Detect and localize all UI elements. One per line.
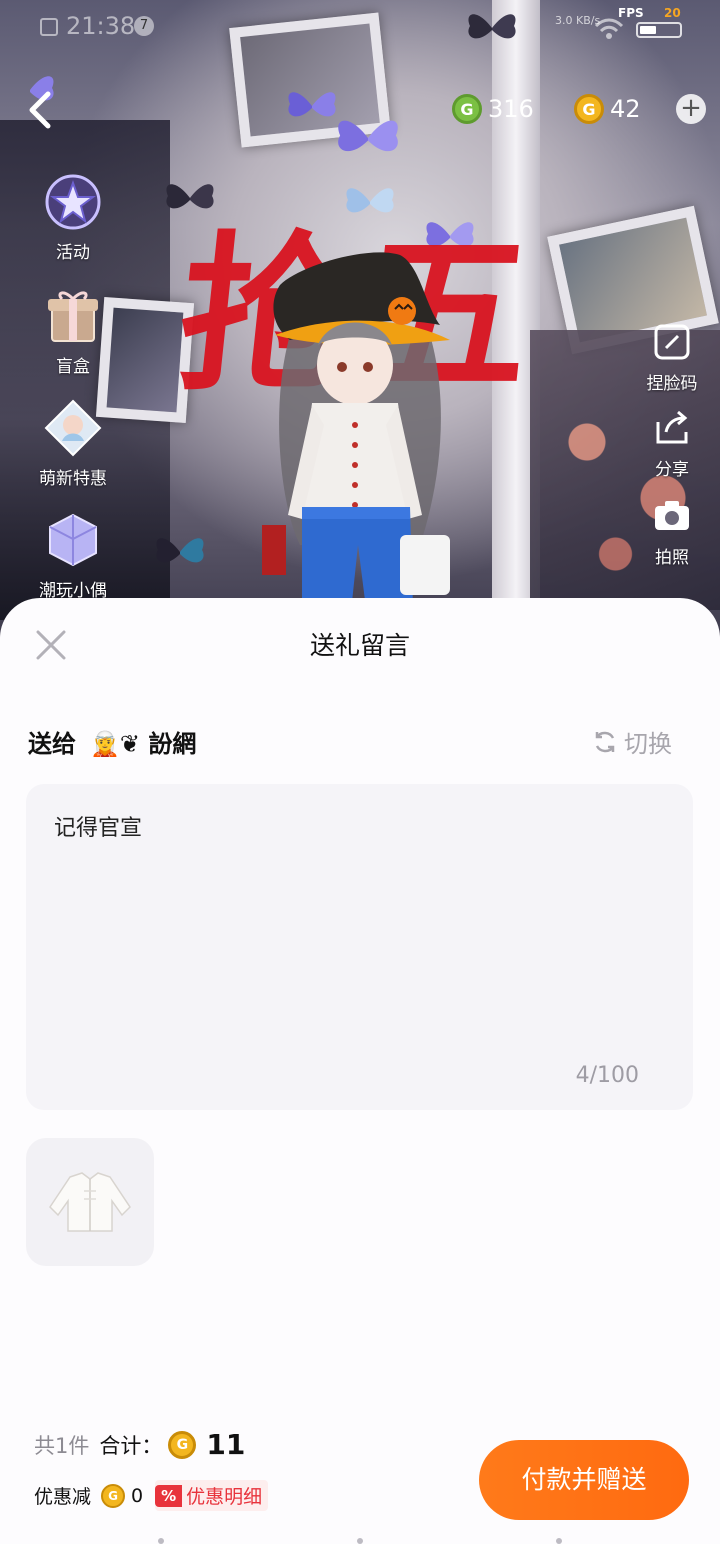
face-code-icon <box>654 324 690 360</box>
chevron-left-icon[interactable] <box>22 88 62 132</box>
green-coin-icon: G <box>452 94 482 124</box>
share-icon <box>656 410 688 444</box>
recipient-row: 送给 🧝❦ 訜網 <box>28 724 196 759</box>
side-item-figure[interactable]: 潮玩小偶 <box>28 508 118 601</box>
side-item-label: 盲盒 <box>56 357 90 377</box>
discount-detail-button[interactable]: % 优惠明细 <box>155 1480 269 1511</box>
camera-icon <box>655 501 689 530</box>
jacket-icon <box>49 1172 131 1232</box>
percent-icon: % <box>155 1484 183 1507</box>
side-item-blind-box[interactable]: 盲盒 <box>28 284 118 377</box>
sheet-title: 送礼留言 <box>309 631 410 660</box>
tool-share[interactable]: 分享 <box>634 408 710 480</box>
butterfly-decoration <box>156 538 204 563</box>
recipient-name: 🧝❦ 訜網 <box>90 730 197 758</box>
side-item-label: 萌新特惠 <box>39 469 107 489</box>
pay-and-send-button[interactable]: 付款并赠送 <box>479 1440 689 1520</box>
green-currency-value: 316 <box>488 95 534 123</box>
nav-dot <box>556 1538 562 1544</box>
gift-message-sheet: 送礼留言 送给 🧝❦ 訜網 切换 记得官宣 4/100 共1件 合计： G 11… <box>0 598 720 1544</box>
star-badge-icon <box>41 170 105 234</box>
discount-label: 优惠减 <box>34 1486 92 1508</box>
summary-row: 共1件 合计： G 11 <box>34 1428 245 1461</box>
gold-currency-value: 42 <box>610 95 641 123</box>
gold-coin-icon: G <box>101 1483 126 1508</box>
green-currency[interactable]: G 316 <box>452 92 534 126</box>
total-label: 合计： <box>99 1433 163 1458</box>
switch-recipient-button[interactable]: 切换 <box>592 724 672 759</box>
switch-label: 切换 <box>624 730 672 758</box>
message-text: 记得官宣 <box>54 816 143 841</box>
nav-dot <box>357 1538 363 1544</box>
tool-label: 分享 <box>655 460 689 480</box>
side-item-activity[interactable]: 活动 <box>28 170 118 263</box>
newbie-card-icon <box>41 396 105 460</box>
notification-badge: 7 <box>134 16 154 36</box>
side-item-newbie-deal[interactable]: 萌新特惠 <box>28 396 118 489</box>
message-icon <box>40 18 58 36</box>
status-time: 21:38 <box>66 12 136 40</box>
status-bar: 21:38 7 3.0 KB/s FPS 20 <box>0 0 720 56</box>
char-counter: 4/100 <box>575 1063 639 1088</box>
butterfly-decoration <box>166 184 214 209</box>
gift-item-thumbnail[interactable] <box>26 1138 154 1266</box>
butterfly-decoration <box>338 120 398 152</box>
to-label: 送给 <box>28 730 76 758</box>
discount-detail-label: 优惠明细 <box>186 1486 263 1508</box>
battery-icon <box>636 22 682 38</box>
side-item-label: 活动 <box>56 243 90 263</box>
fps-value: 20 <box>664 6 681 20</box>
tool-face-code[interactable]: 捏脸码 <box>634 322 710 394</box>
fps-label: FPS <box>618 6 644 20</box>
discount-row: 优惠减 G 0 % 优惠明细 <box>34 1480 269 1511</box>
gold-coin-icon: G <box>574 94 604 124</box>
gold-coin-icon: G <box>168 1430 197 1459</box>
figure-box-icon <box>41 508 105 572</box>
tool-label: 捏脸码 <box>646 374 698 394</box>
tool-photo[interactable]: 拍照 <box>634 496 710 568</box>
wifi-icon <box>594 18 624 39</box>
nav-dot <box>158 1538 164 1544</box>
tool-label: 拍照 <box>655 548 689 568</box>
item-count: 共1件 <box>34 1433 90 1458</box>
discount-value: 0 <box>131 1484 144 1507</box>
avatar-character[interactable] <box>250 245 470 640</box>
gold-currency[interactable]: G 42 <box>574 92 641 126</box>
plus-icon[interactable]: + <box>676 94 706 124</box>
total-value: 11 <box>206 1428 246 1461</box>
refresh-icon <box>595 731 615 752</box>
gift-box-icon <box>41 284 105 348</box>
message-textarea[interactable]: 记得官宣 4/100 <box>26 784 693 1110</box>
